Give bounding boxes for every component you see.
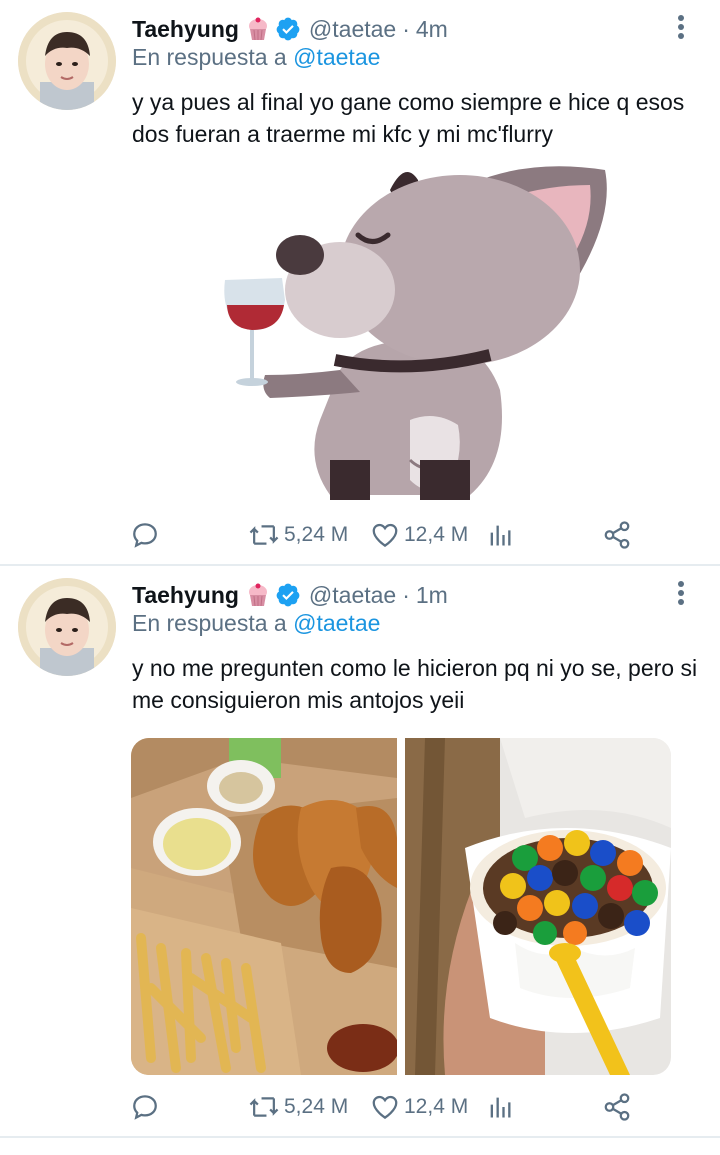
share-button[interactable] xyxy=(602,1089,632,1125)
more-options-icon[interactable] xyxy=(670,580,692,608)
author-handle[interactable]: @taetae xyxy=(309,582,396,609)
more-options-icon[interactable] xyxy=(670,14,692,42)
retweet-count: 5,24 M xyxy=(284,1095,349,1118)
retweet-icon xyxy=(249,1097,279,1117)
mcflurry-mms-photo[interactable] xyxy=(405,738,671,1075)
reply-icon xyxy=(133,523,157,548)
reply-prefix: En respuesta a xyxy=(132,610,287,636)
avatar[interactable] xyxy=(18,12,116,110)
separator-dot: · xyxy=(402,15,410,42)
retweet-button[interactable]: 5,24 M xyxy=(248,517,348,553)
timestamp[interactable]: 1m xyxy=(416,582,448,609)
like-button[interactable]: 12,4 M xyxy=(370,517,468,553)
share-button[interactable] xyxy=(602,517,632,553)
reply-context: En respuesta a @taetae xyxy=(132,44,380,71)
analytics-button[interactable] xyxy=(486,1089,514,1125)
separator-dot: · xyxy=(402,581,410,608)
analytics-button[interactable] xyxy=(486,517,514,553)
reply-context: En respuesta a @taetae xyxy=(132,610,380,637)
tweet-header: Taehyung @taetae · 1m xyxy=(132,580,448,610)
verified-badge-icon xyxy=(275,16,301,42)
retweet-icon xyxy=(249,525,279,545)
cupcake-emoji xyxy=(247,583,269,607)
reply-button[interactable] xyxy=(130,517,160,553)
tweet[interactable]: Taehyung @taetae · 1m En respuesta a @ta… xyxy=(0,566,720,1140)
reply-button[interactable] xyxy=(130,1089,160,1125)
retweet-count: 5,24 M xyxy=(284,523,349,546)
cupcake-emoji xyxy=(247,17,269,41)
like-count: 12,4 M xyxy=(404,523,469,546)
tweet-header: Taehyung @taetae · 4m xyxy=(132,14,448,44)
like-button[interactable]: 12,4 M xyxy=(370,1089,468,1125)
tweet-divider xyxy=(0,1136,720,1138)
tweet[interactable]: Taehyung @taetae · 4m En respuesta a @ta… xyxy=(0,0,720,566)
cartoon-dog-drinking-wine-sticker[interactable] xyxy=(210,160,630,505)
author-handle[interactable]: @taetae xyxy=(309,16,396,43)
tweet-text: y ya pues al final yo gane como siempre … xyxy=(132,89,685,147)
verified-badge-icon xyxy=(275,582,301,608)
retweet-button[interactable]: 5,24 M xyxy=(248,1089,348,1125)
reply-mention[interactable]: @taetae xyxy=(293,44,380,70)
reply-mention[interactable]: @taetae xyxy=(293,610,380,636)
heart-icon xyxy=(372,523,398,547)
avatar[interactable] xyxy=(18,578,116,676)
author-name[interactable]: Taehyung xyxy=(132,582,239,609)
analytics-icon xyxy=(490,1097,511,1118)
reply-icon xyxy=(133,1095,157,1120)
author-name[interactable]: Taehyung xyxy=(132,16,239,43)
reply-prefix: En respuesta a xyxy=(132,44,287,70)
share-icon xyxy=(604,521,630,549)
like-count: 12,4 M xyxy=(404,1095,469,1118)
timestamp[interactable]: 4m xyxy=(416,16,448,43)
fried-chicken-and-fries-photo[interactable] xyxy=(131,738,397,1075)
tweet-actions: 5,24 M 12,4 M xyxy=(130,517,690,553)
tweet-actions: 5,24 M 12,4 M xyxy=(130,1089,690,1125)
tweet-text: y no me pregunten como le hicieron pq ni… xyxy=(132,655,698,713)
analytics-icon xyxy=(490,525,511,546)
heart-icon xyxy=(372,1095,398,1119)
share-icon xyxy=(604,1093,630,1121)
